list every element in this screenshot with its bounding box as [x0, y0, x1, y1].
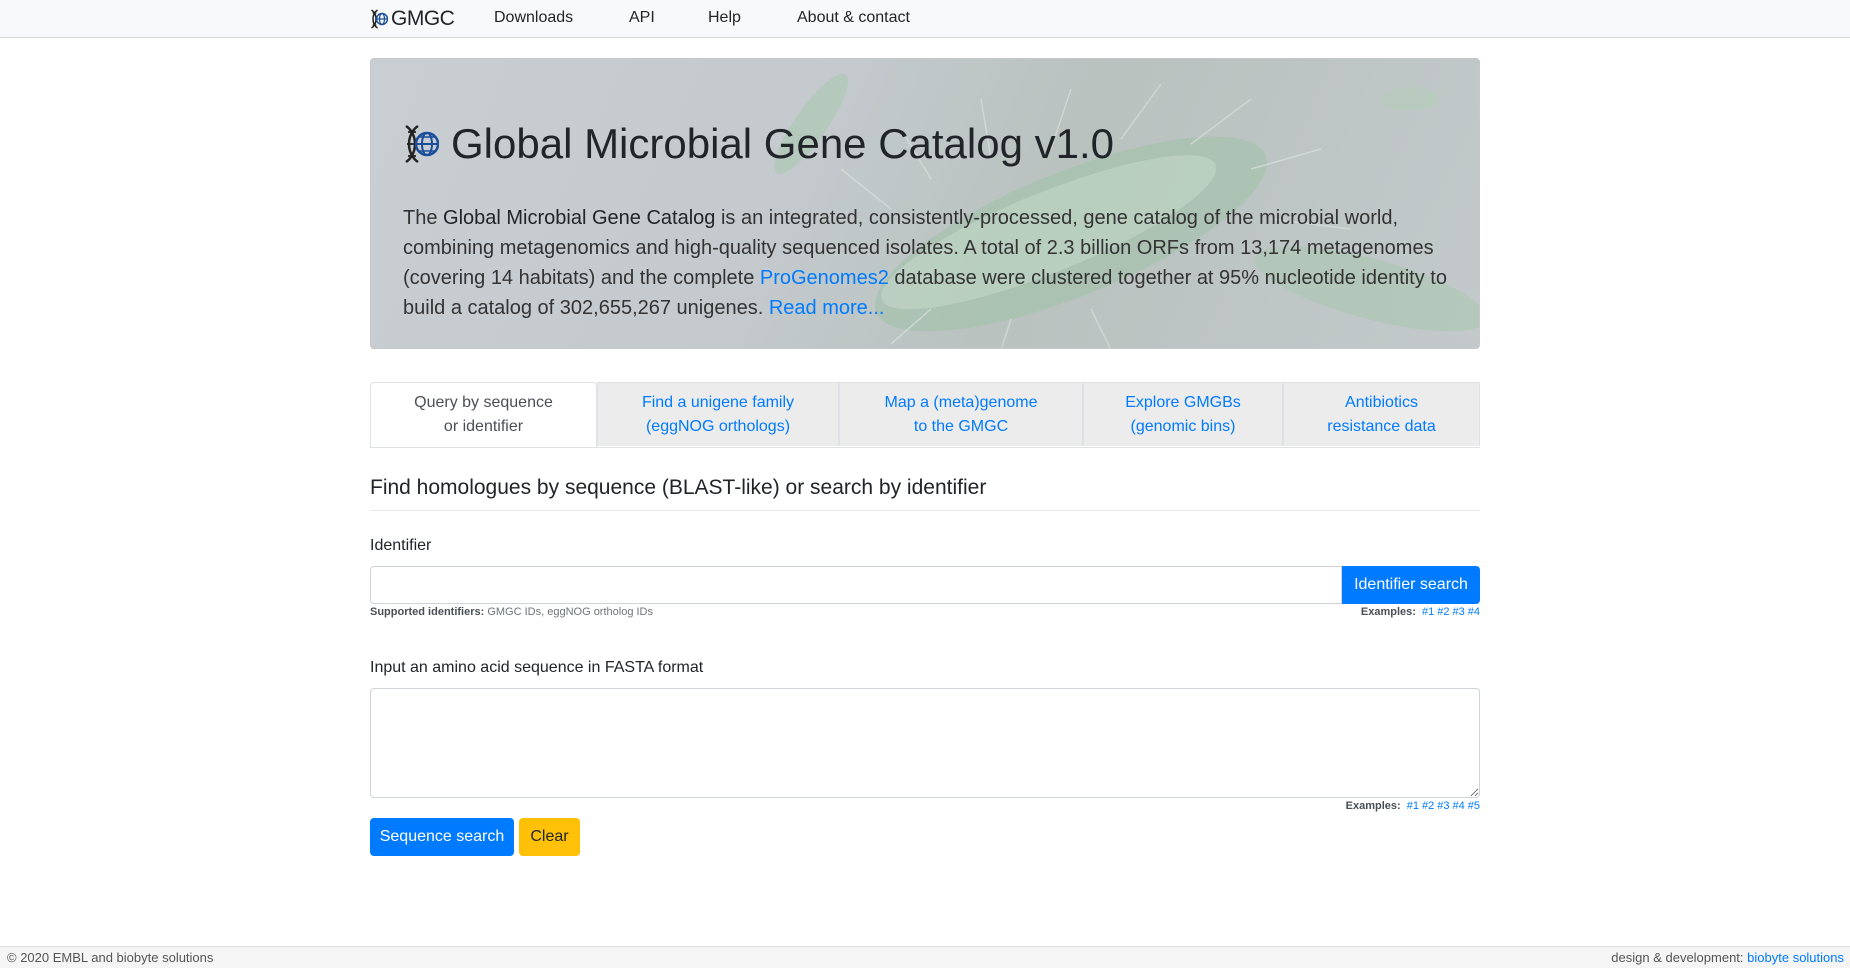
nav-help[interactable]: Help [708, 9, 741, 27]
progenomes2-link[interactable]: ProGenomes2 [760, 267, 889, 289]
hero-title-row: Global Microbial Gene Catalog v1.0 [403, 123, 1114, 165]
section-title: Find homologues by sequence (BLAST-like)… [370, 476, 1480, 511]
footer-copyright: © 2020 EMBL and biobyte solutions [7, 950, 214, 965]
catalog-name: Global Microbial Gene Catalog [443, 207, 716, 229]
identifier-input[interactable] [370, 566, 1342, 604]
sequence-example-link[interactable]: #4 [1453, 800, 1465, 812]
identifier-search-button[interactable]: Identifier search [1342, 566, 1480, 604]
tab-antibiotics-resistance[interactable]: Antibiotics resistance data [1283, 382, 1480, 446]
sequence-example-link[interactable]: #5 [1468, 800, 1480, 812]
search-tabs: Query by sequence or identifier Find a un… [370, 382, 1480, 448]
sequence-example-link[interactable]: #1 [1407, 800, 1419, 812]
identifier-label: Identifier [370, 537, 432, 554]
hero-description: The Global Microbial Gene Catalog is an … [403, 207, 1447, 319]
identifier-examples: Examples: #1 #2 #3 #4 [1360, 606, 1480, 618]
page-title: Global Microbial Gene Catalog v1.0 [451, 120, 1115, 167]
biobyte-link[interactable]: biobyte solutions [1747, 950, 1844, 965]
tab-unigene-family[interactable]: Find a unigene family (eggNOG orthologs) [597, 382, 839, 446]
clear-button[interactable]: Clear [519, 818, 580, 856]
brand-link[interactable]: GMGC [370, 7, 455, 31]
supported-identifiers-note: Supported identifiers: GMGC IDs, eggNOG … [370, 606, 653, 618]
dna-globe-icon [371, 9, 388, 29]
sequence-search-button[interactable]: Sequence search [370, 818, 514, 856]
identifier-example-link[interactable]: #1 [1422, 606, 1434, 618]
brand-text: GMGC [391, 7, 455, 30]
sequence-example-link[interactable]: #2 [1422, 800, 1434, 812]
navbar: GMGC Downloads API Help About & contact [0, 0, 1850, 38]
sequence-label: Input an amino acid sequence in FASTA fo… [370, 659, 704, 676]
dna-globe-icon [405, 124, 439, 164]
sequence-textarea[interactable] [370, 688, 1480, 798]
footer-credits: design & development: biobyte solutions [1611, 950, 1844, 965]
footer: © 2020 EMBL and biobyte solutions design… [0, 946, 1850, 968]
identifier-example-link[interactable]: #4 [1468, 606, 1480, 618]
sequence-examples: Examples: #1 #2 #3 #4 #5 [1345, 800, 1480, 812]
tab-map-metagenome[interactable]: Map a (meta)genome to the GMGC [839, 382, 1083, 446]
identifier-example-link[interactable]: #3 [1453, 606, 1465, 618]
read-more-link[interactable]: Read more... [769, 297, 885, 319]
identifier-example-link[interactable]: #2 [1437, 606, 1449, 618]
tab-explore-gmgbs[interactable]: Explore GMGBs (genomic bins) [1083, 382, 1283, 446]
nav-downloads[interactable]: Downloads [494, 9, 573, 27]
nav-api[interactable]: API [629, 9, 655, 27]
hero-banner: Global Microbial Gene Catalog v1.0 The G… [370, 58, 1480, 349]
tab-query-by-sequence[interactable]: Query by sequence or identifier [370, 382, 597, 447]
sequence-example-link[interactable]: #3 [1437, 800, 1449, 812]
nav-about-contact[interactable]: About & contact [797, 9, 910, 27]
